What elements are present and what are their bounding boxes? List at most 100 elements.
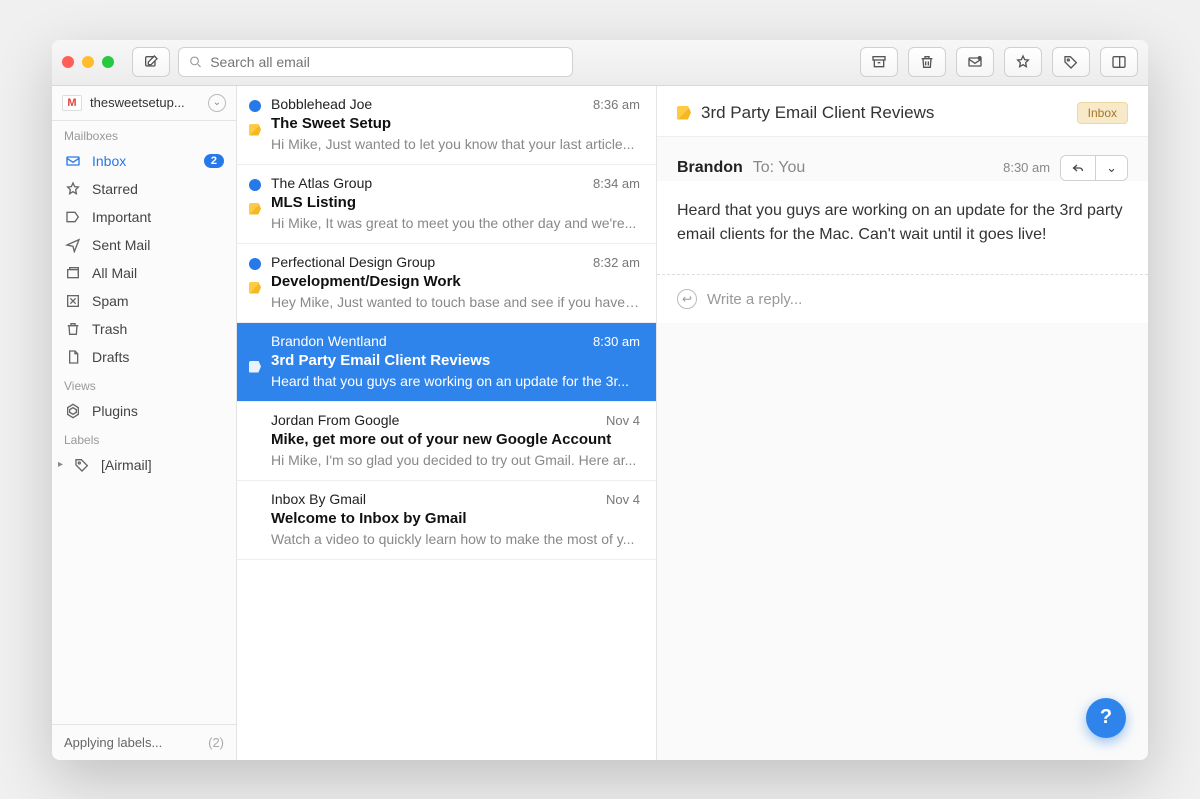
sidebar-item-label: Sent Mail [92, 237, 150, 253]
message-preview: Watch a video to quickly learn how to ma… [271, 531, 640, 547]
message-time: Nov 4 [606, 492, 640, 507]
message-item[interactable]: Perfectional Design Group8:32 amDevelopm… [237, 244, 656, 323]
reader-body: Heard that you guys are working on an up… [657, 181, 1148, 276]
sidebar-item-label: Drafts [92, 349, 129, 365]
message-sender: Jordan From Google [271, 412, 399, 428]
tag-icon [249, 124, 261, 136]
search-input[interactable] [210, 54, 562, 70]
window-controls [62, 56, 114, 68]
message-time: 8:36 am [593, 97, 640, 112]
reply-split-button: ⌄ [1060, 155, 1128, 181]
sidebar-item-label: Starred [92, 181, 138, 197]
reply-box[interactable]: ↩ Write a reply... [657, 275, 1148, 323]
sidebar-item-starred[interactable]: Starred [52, 175, 236, 203]
drafts-icon [64, 349, 82, 365]
message-sender: Bobblehead Joe [271, 96, 372, 112]
expand-triangle-icon[interactable]: ▸ [58, 459, 63, 470]
tag-icon [249, 282, 261, 294]
compose-button[interactable] [132, 47, 170, 77]
reader-subject: 3rd Party Email Client Reviews [701, 103, 1067, 123]
sidebar-item-label: Important [92, 209, 151, 225]
mark-read-button[interactable] [956, 47, 994, 77]
star-button[interactable] [1004, 47, 1042, 77]
message-sender: The Atlas Group [271, 175, 372, 191]
close-window-button[interactable] [62, 56, 74, 68]
sidebar: M thesweetsetup... ⌄ Mailboxes Inbox 2 S… [52, 86, 237, 760]
sidebar-item-airmail[interactable]: ▸ [Airmail] [52, 451, 236, 479]
sidebar-item-label: All Mail [92, 265, 137, 281]
sidebar-item-inbox[interactable]: Inbox 2 [52, 147, 236, 175]
section-mailboxes: Mailboxes [52, 121, 236, 147]
delete-button[interactable] [908, 47, 946, 77]
reader-header: 3rd Party Email Client Reviews Inbox [657, 86, 1148, 137]
sidebar-item-label: [Airmail] [101, 457, 152, 473]
sidebar-item-all-mail[interactable]: All Mail [52, 259, 236, 287]
message-time: 8:32 am [593, 255, 640, 270]
archive-button[interactable] [860, 47, 898, 77]
message-preview: Hey Mike, Just wanted to touch base and … [271, 294, 640, 310]
message-preview: Hi Mike, I'm so glad you decided to try … [271, 452, 640, 468]
tag-icon [249, 203, 261, 215]
message-item[interactable]: The Atlas Group8:34 amMLS ListingHi Mike… [237, 165, 656, 244]
sidebar-item-drafts[interactable]: Drafts [52, 343, 236, 371]
tag-icon [73, 457, 91, 473]
message-subject: Development/Design Work [271, 273, 640, 290]
sidebar-item-label: Plugins [92, 403, 138, 419]
trash-icon [64, 321, 82, 337]
search-icon [189, 55, 202, 69]
message-time: Nov 4 [606, 413, 640, 428]
message-preview: Hi Mike, It was great to meet you the ot… [271, 215, 640, 231]
reader-label-badge[interactable]: Inbox [1077, 102, 1128, 124]
message-item[interactable]: Bobblehead Joe 8:36 am The Sweet Setup Hi M… [237, 86, 656, 165]
sidebar-item-important[interactable]: Important [52, 203, 236, 231]
sidebar-item-label: Trash [92, 321, 127, 337]
reply-icon: ↩ [677, 289, 697, 309]
allmail-icon [64, 265, 82, 281]
reply-placeholder: Write a reply... [707, 291, 802, 308]
section-views: Views [52, 371, 236, 397]
tag-button[interactable] [1052, 47, 1090, 77]
reply-menu-button[interactable]: ⌄ [1096, 156, 1127, 180]
app-window: M thesweetsetup... ⌄ Mailboxes Inbox 2 S… [52, 40, 1148, 760]
sidebar-item-sent[interactable]: Sent Mail [52, 231, 236, 259]
sidebar-item-label: Spam [92, 293, 129, 309]
unread-dot-icon [249, 258, 261, 270]
toggle-layout-button[interactable] [1100, 47, 1138, 77]
spam-icon [64, 293, 82, 309]
message-list: Bobblehead Joe 8:36 am The Sweet Setup Hi M… [237, 86, 657, 760]
reader-meta: Brandon To: You 8:30 am ⌄ [677, 155, 1128, 181]
status-bar: Applying labels... (2) [52, 724, 236, 760]
reply-button[interactable] [1061, 156, 1096, 180]
tag-icon [677, 106, 691, 120]
chevron-down-icon[interactable]: ⌄ [208, 94, 226, 112]
unread-dot-icon [249, 100, 261, 112]
unread-dot-icon [249, 179, 261, 191]
sidebar-item-plugins[interactable]: Plugins [52, 397, 236, 425]
message-preview: Heard that you guys are working on an up… [271, 373, 640, 389]
message-subject: The Sweet Setup [271, 115, 640, 132]
minimize-window-button[interactable] [82, 56, 94, 68]
message-item[interactable]: Brandon Wentland8:30 am3rd Party Email C… [237, 323, 656, 402]
reader-time: 8:30 am [1003, 160, 1050, 175]
message-item[interactable]: Inbox By GmailNov 4Welcome to Inbox by G… [237, 481, 656, 560]
message-subject: Welcome to Inbox by Gmail [271, 510, 640, 527]
star-icon [64, 181, 82, 197]
help-button[interactable]: ? [1086, 698, 1126, 738]
section-labels: Labels [52, 425, 236, 451]
titlebar [52, 40, 1148, 86]
sidebar-item-label: Inbox [92, 153, 126, 169]
sidebar-item-trash[interactable]: Trash [52, 315, 236, 343]
status-text: Applying labels... [64, 735, 162, 750]
sidebar-item-spam[interactable]: Spam [52, 287, 236, 315]
message-item[interactable]: Jordan From Google Nov 4 Mike, get more ou… [237, 402, 656, 481]
message-time: 8:30 am [593, 334, 640, 349]
message-subject: Mike, get more out of your new Google Ac… [271, 431, 640, 448]
message-preview: Hi Mike, Just wanted to let you know tha… [271, 136, 640, 152]
maximize-window-button[interactable] [102, 56, 114, 68]
account-selector[interactable]: M thesweetsetup... ⌄ [52, 86, 236, 121]
message-subject: MLS Listing [271, 194, 640, 211]
status-count: (2) [208, 735, 224, 750]
reader-pane: 3rd Party Email Client Reviews Inbox Bra… [657, 86, 1148, 760]
search-bar[interactable] [178, 47, 573, 77]
plugins-icon [64, 403, 82, 419]
